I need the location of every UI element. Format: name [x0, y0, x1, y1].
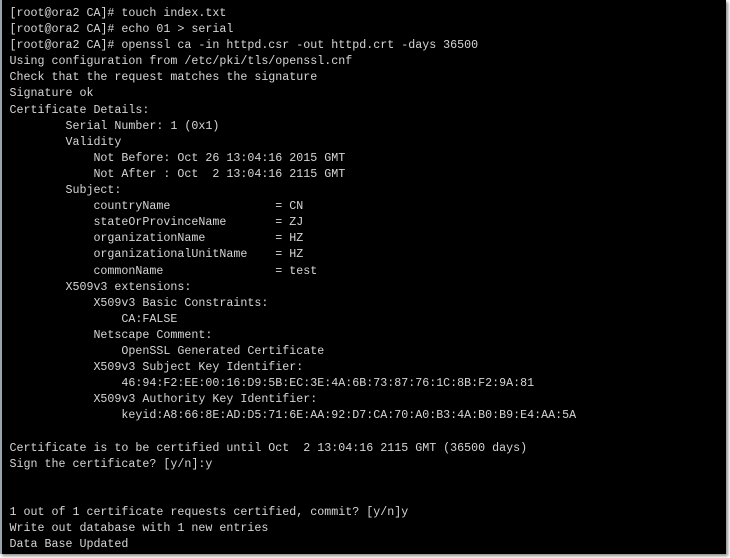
terminal-line: Validity — [9, 134, 122, 149]
terminal-line: Not After : Oct 2 13:04:16 2115 GMT — [9, 166, 346, 181]
terminal-line: X509v3 Subject Key Identifier: — [9, 360, 304, 375]
terminal-line: Certificate Details: — [9, 102, 150, 117]
terminal-line: X509v3 extensions: — [9, 279, 192, 294]
terminal-line: Netscape Comment: — [9, 327, 213, 342]
terminal-line: Check that the request matches the signa… — [9, 70, 318, 85]
terminal-line: Subject: — [9, 183, 122, 198]
terminal-line: Signature ok — [9, 86, 94, 101]
terminal-line: stateOrProvinceName = ZJ — [9, 215, 304, 230]
terminal-line: OpenSSL Generated Certificate — [9, 343, 325, 358]
terminal-line: [root@ora2 CA]# openssl ca -in httpd.csr… — [9, 38, 479, 53]
terminal-line: Serial Number: 1 (0x1) — [9, 118, 220, 133]
terminal-line: X509v3 Basic Constraints: — [9, 295, 269, 310]
terminal-line: organizationName = HZ — [9, 231, 304, 246]
terminal-line: 1 out of 1 certificate requests certifie… — [9, 504, 409, 519]
terminal-line: [root@ora2 CA]# touch index.txt — [9, 6, 227, 20]
terminal-line: Data Base Updated — [9, 537, 129, 552]
terminal-line: Not Before: Oct 26 13:04:16 2015 GMT — [9, 150, 346, 165]
terminal-line: Certificate is to be certified until Oct… — [9, 440, 528, 455]
terminal-line: [root@ora2 CA]# echo 01 > serial — [9, 22, 234, 37]
terminal-line: 46:94:F2:EE:00:16:D9:5B:EC:3E:4A:6B:73:8… — [9, 376, 535, 391]
terminal-line: X509v3 Authority Key Identifier: — [9, 392, 318, 407]
terminal-line: CA:FALSE — [9, 311, 178, 326]
terminal-line: countryName = CN — [9, 199, 304, 214]
terminal-line: Sign the certificate? [y/n]:y — [9, 456, 213, 471]
terminal-line: Write out database with 1 new entries — [9, 521, 269, 535]
terminal-window[interactable]: [root@ora2 CA]# touch index.txt [root@ora… — [0, 0, 726, 554]
terminal-line: commonName = test — [9, 263, 318, 278]
terminal-line: Using configuration from /etc/pki/tls/op… — [9, 54, 353, 69]
terminal-output: [root@ora2 CA]# touch index.txt [root@ora… — [10, 5, 577, 552]
terminal-line: organizationalUnitName = HZ — [9, 247, 304, 262]
terminal-line: keyid:A8:66:8E:AD:D5:71:6E:AA:92:D7:CA:7… — [9, 408, 577, 423]
